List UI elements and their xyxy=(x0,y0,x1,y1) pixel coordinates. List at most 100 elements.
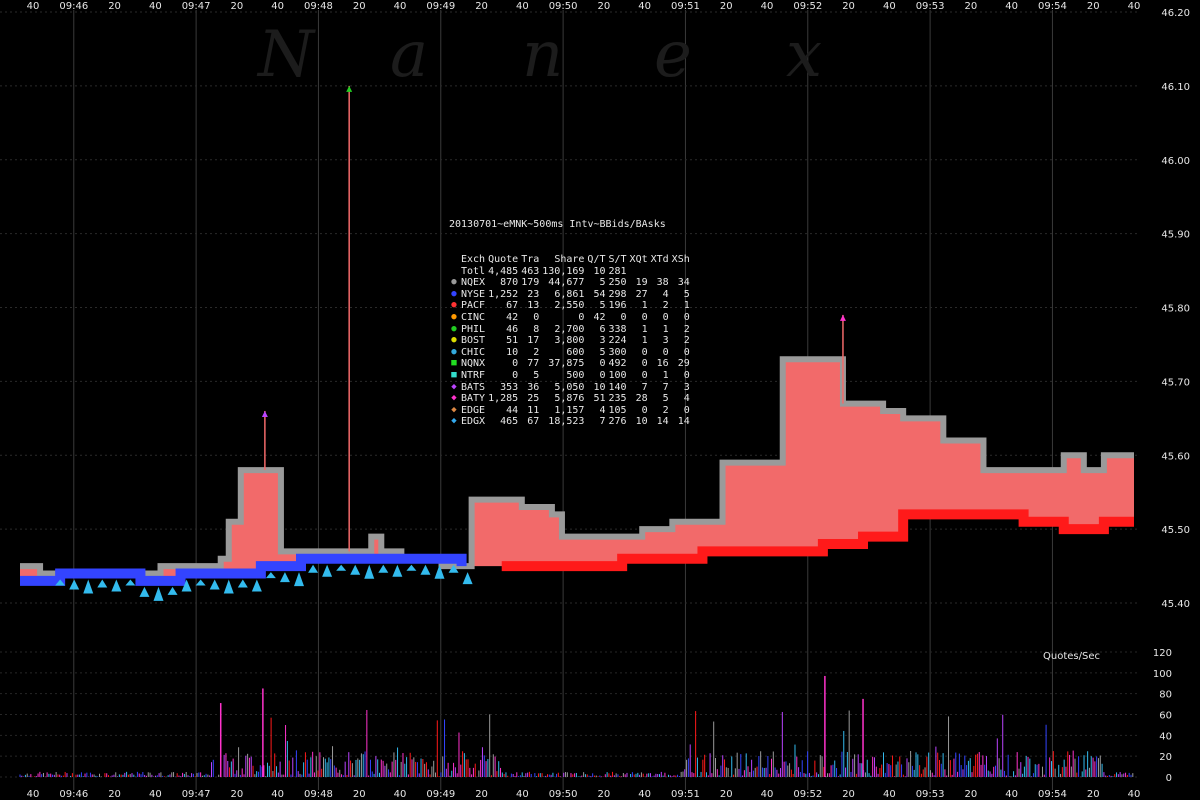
quote-rate-tick-label: 40 xyxy=(1159,731,1172,742)
stats-cell: 0 xyxy=(578,311,585,323)
stats-cell: 463 xyxy=(521,265,540,277)
stats-cell: 7 xyxy=(641,381,648,393)
stats-header-cell: Q/T xyxy=(587,253,606,265)
stats-cell: 105 xyxy=(608,404,627,416)
stats-header-cell: XQt xyxy=(629,253,648,265)
stats-cell: 100 xyxy=(608,369,627,381)
stats-cell: 2 xyxy=(662,300,669,312)
stats-cell: 870 xyxy=(500,277,519,289)
watermark: N a n e x xyxy=(256,18,822,92)
stats-cell: 19 xyxy=(635,277,648,289)
stats-row: ◆ BATS 353 36 5,050 10 140 7 7 3 xyxy=(449,382,693,394)
stats-cell: 42 xyxy=(506,311,519,323)
stats-cell: 3 xyxy=(599,335,606,347)
stats-cell xyxy=(630,266,651,278)
stats-cell: 353 xyxy=(500,381,519,393)
stats-cell: 5 xyxy=(662,393,669,405)
price-tick-label: 45.50 xyxy=(1161,525,1190,536)
stats-cell: 27 xyxy=(635,288,648,300)
stats-row: ● PACF 67 13 2,550 5 196 1 2 1 xyxy=(449,300,693,312)
stats-cell: 16 xyxy=(656,358,669,370)
stats-cell: 2 xyxy=(533,346,540,358)
price-tick-label: 45.70 xyxy=(1161,377,1190,388)
stats-cell: 4 xyxy=(683,393,690,405)
watermark-letter: x xyxy=(786,18,822,92)
stats-cell: 7 xyxy=(599,416,606,428)
exchange-marker-icon: ◆ xyxy=(451,416,457,427)
stats-cell: 1,252 xyxy=(488,288,519,300)
stats-cell: 1 xyxy=(662,369,669,381)
stats-cell: NQNX xyxy=(461,358,486,370)
edgx-quote-marker xyxy=(322,564,333,577)
price-tick-label: 46.00 xyxy=(1161,156,1190,167)
bottom-axis-tick-label: 40 xyxy=(516,789,529,800)
stats-cell: 5,876 xyxy=(554,393,585,405)
stats-cell: 29 xyxy=(677,358,690,370)
price-tick-label: 46.20 xyxy=(1161,8,1190,19)
stats-cell: 5 xyxy=(683,288,690,300)
stats-cell: 0 xyxy=(512,358,519,370)
edgx-quote-marker xyxy=(97,579,108,588)
stats-cell: 1,157 xyxy=(554,404,585,416)
top-axis-tick-label: 20 xyxy=(720,1,733,12)
price-tick-label: 45.60 xyxy=(1161,451,1190,462)
stats-cell: 10 xyxy=(593,381,606,393)
stats-cell xyxy=(651,266,672,278)
watermark-letter: a xyxy=(390,18,428,92)
stats-cell: EDGE xyxy=(461,404,486,416)
stats-cell: NTRF xyxy=(461,369,486,381)
stats-cell: 130,169 xyxy=(542,265,585,277)
stats-cell: 0 xyxy=(683,369,690,381)
edgx-quote-marker xyxy=(83,579,94,594)
stats-cell: 281 xyxy=(608,265,627,277)
stats-cell: 0 xyxy=(533,311,540,323)
bottom-axis-tick-label: 20 xyxy=(598,789,611,800)
watermark-letter: e xyxy=(654,18,692,92)
price-tick-label: 45.40 xyxy=(1161,599,1190,610)
bottom-axis-tick-label: 40 xyxy=(394,789,407,800)
top-axis-tick-label: 09:53 xyxy=(916,1,945,12)
stats-cell: BATY xyxy=(461,393,486,405)
bottom-axis-tick-label: 20 xyxy=(231,789,244,800)
quote-rate-tick-label: 20 xyxy=(1159,752,1172,763)
edgx-quote-marker xyxy=(406,564,417,571)
stats-cell: 250 xyxy=(608,277,627,289)
stats-cell: 1,285 xyxy=(488,393,519,405)
price-tick-label: 45.80 xyxy=(1161,304,1190,315)
edgx-quote-marker xyxy=(279,572,290,583)
bottom-axis-tick-label: 20 xyxy=(842,789,855,800)
exchange-marker-icon xyxy=(449,266,459,278)
stats-header-cell: XSh xyxy=(671,253,690,265)
bottom-axis-tick-label: 40 xyxy=(27,789,40,800)
bottom-axis-tick-label: 20 xyxy=(475,789,488,800)
top-axis-tick-label: 20 xyxy=(475,1,488,12)
stats-cell: Totl xyxy=(461,265,486,277)
exchange-marker-icon: ● xyxy=(451,300,457,311)
exchange-stats-table: 20130701~eMNK~500ms Intv~BBids/BAsks Exc… xyxy=(449,196,693,439)
bottom-axis-tick-label: 40 xyxy=(883,789,896,800)
stats-cell: 276 xyxy=(608,416,627,428)
stats-cell: 0 xyxy=(641,404,648,416)
bottom-axis-tick-label: 09:50 xyxy=(549,789,578,800)
stats-cell: 11 xyxy=(527,404,540,416)
stats-cell: 44,677 xyxy=(548,277,585,289)
top-axis-tick-label: 20 xyxy=(965,1,978,12)
stats-cell: BATS xyxy=(461,381,486,393)
stats-cell: 6 xyxy=(599,323,606,335)
stats-row: Totl 4,485 463 130,169 10 281 xyxy=(449,266,693,278)
stats-cell: 2,700 xyxy=(554,323,585,335)
stats-row: ◆ EDGX 465 67 18,523 7 276 10 14 14 xyxy=(449,416,693,428)
stats-cell: 492 xyxy=(608,358,627,370)
stats-cell: 0 xyxy=(599,358,606,370)
top-axis-tick-label: 40 xyxy=(271,1,284,12)
stats-cell: 46 xyxy=(506,323,519,335)
stats-cell: 0 xyxy=(641,369,648,381)
stats-cell: 338 xyxy=(608,323,627,335)
watermark-letter: n xyxy=(522,18,563,92)
bottom-axis-tick-label: 09:48 xyxy=(304,789,333,800)
stats-row: ● CINC 42 0 0 42 0 0 0 0 xyxy=(449,312,693,324)
stats-header-cell: Exch xyxy=(461,253,486,265)
stats-cell: PACF xyxy=(461,300,486,312)
stats-cell: 44 xyxy=(506,404,519,416)
price-spike-marker xyxy=(346,85,353,92)
